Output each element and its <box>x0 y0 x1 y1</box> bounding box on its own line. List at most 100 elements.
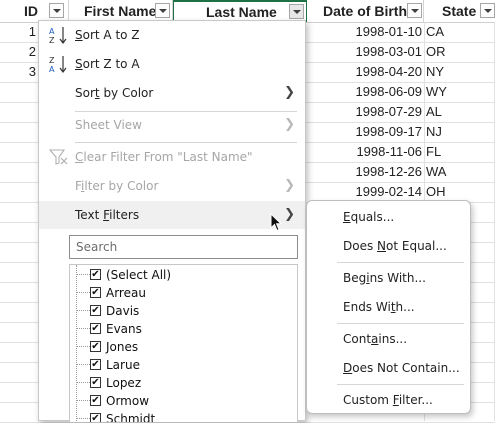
custom-filter-label: ilter... <box>398 393 433 407</box>
text-filters-item[interactable]: Text Filters ❯ <box>39 201 305 229</box>
tree-connector <box>76 364 90 366</box>
cell-dob[interactable]: 1998-07-29 <box>310 102 423 122</box>
menu-divider <box>337 384 464 385</box>
header-state-label: State <box>442 3 477 19</box>
header-state[interactable]: State <box>424 0 495 22</box>
svg-text:Z: Z <box>49 36 55 45</box>
custom-filter-item[interactable]: Custom Filter... <box>343 390 433 410</box>
cell-dob[interactable]: 1998-04-20 <box>310 62 423 82</box>
chevron-right-icon: ❯ <box>284 117 295 132</box>
text-filters-submenu: Equals... Does Not Equal... Begins With.… <box>306 200 471 414</box>
menu-divider <box>337 262 464 263</box>
cell-dob[interactable]: 1998-12-26 <box>310 162 423 182</box>
does-not-equal-label: ot Equal... <box>386 239 447 253</box>
does-not-contain-item[interactable]: Does Not Contain... <box>343 358 460 378</box>
filter-dropdown-id-button[interactable] <box>49 3 64 18</box>
cell-state[interactable]: OR <box>426 42 486 62</box>
sort-a-to-z-accel: S <box>75 28 83 42</box>
autofilter-menu: A Z Sort A to Z Z A Sort Z to A Sort by … <box>38 20 306 422</box>
does-not-equal-pre: Does <box>343 239 378 253</box>
value-checklist[interactable]: ✔ (Select All) ✔ Arreau ✔ Davis ✔ Evans … <box>69 264 298 422</box>
does-not-contain-accel: D <box>343 361 353 375</box>
contains-label: ins... <box>378 332 408 346</box>
tree-connector <box>76 274 90 276</box>
sort-z-to-a-item[interactable]: Z A Sort Z to A <box>39 50 305 78</box>
sort-by-color-label: by Color <box>99 86 154 100</box>
checkbox[interactable]: ✔ <box>90 359 101 370</box>
equals-label: quals... <box>350 210 395 224</box>
contains-item[interactable]: Contains... <box>343 329 407 349</box>
menu-divider <box>337 323 464 324</box>
begins-with-item[interactable]: Begins With... <box>343 268 426 288</box>
header-dob[interactable]: Date of Birth <box>307 0 424 22</box>
cell-id[interactable]: 3 <box>0 62 36 82</box>
cell-id[interactable]: 2 <box>0 42 36 62</box>
checkbox[interactable]: ✔ <box>90 323 101 334</box>
filter-by-color-label: lter by Color <box>84 179 159 193</box>
list-item[interactable]: ✔ Schmidt <box>70 410 297 422</box>
filter-dropdown-first-name-button[interactable] <box>155 3 170 18</box>
cell-dob[interactable]: 1998-03-01 <box>310 42 423 62</box>
list-item[interactable]: ✔ Larue <box>70 356 297 374</box>
list-item[interactable]: ✔ Lopez <box>70 374 297 392</box>
list-item-label: Arreau <box>106 286 146 300</box>
cell-dob[interactable]: 1998-11-06 <box>310 142 422 162</box>
chevron-right-icon: ❯ <box>284 178 295 193</box>
ends-with-item[interactable]: Ends With... <box>343 297 415 317</box>
custom-filter-pre: Custom <box>343 393 393 407</box>
filter-by-color-item: Filter by Color ❯ <box>39 172 305 200</box>
equals-item[interactable]: Equals... <box>343 207 394 227</box>
list-item-label: Davis <box>106 304 140 318</box>
checkbox[interactable]: ✔ <box>90 269 101 280</box>
list-item[interactable]: ✔ Evans <box>70 320 297 338</box>
list-item[interactable]: ✔ Davis <box>70 302 297 320</box>
cell-state[interactable]: CA <box>426 22 486 42</box>
checkbox[interactable]: ✔ <box>90 287 101 298</box>
header-id[interactable]: ID <box>0 0 69 22</box>
cell-state[interactable]: NJ <box>426 122 486 142</box>
does-not-equal-item[interactable]: Does Not Equal... <box>343 236 447 256</box>
list-item[interactable]: ✔ Ormow <box>70 392 297 410</box>
cell-dob[interactable]: 1998-01-10 <box>310 22 423 42</box>
sort-z-to-a-label: ort Z to A <box>82 57 140 71</box>
sheet-view-label: Sheet View <box>75 118 142 132</box>
list-item[interactable]: ✔ Jones <box>70 338 297 356</box>
clear-filter-label: lear Filter From "Last Name" <box>83 150 253 164</box>
list-item[interactable]: ✔ Arreau <box>70 284 297 302</box>
sort-descending-icon: Z A <box>49 56 67 74</box>
header-last-name[interactable]: Last Name <box>173 0 307 22</box>
list-item-label: Evans <box>106 322 142 336</box>
cell-dob[interactable]: 1998-09-17 <box>310 122 423 142</box>
cell-state[interactable]: AL <box>426 102 486 122</box>
chevron-right-icon: ❯ <box>284 85 295 100</box>
filter-dropdown-state-button[interactable] <box>480 3 495 18</box>
header-id-label: ID <box>24 3 38 19</box>
cell-state[interactable]: WY <box>426 82 486 102</box>
does-not-equal-accel: N <box>377 239 387 253</box>
checkbox[interactable]: ✔ <box>90 377 101 388</box>
list-item[interactable]: ✔ (Select All) <box>70 266 297 284</box>
filter-dropdown-dob-button[interactable] <box>407 3 422 18</box>
cell-dob[interactable]: 1998-06-09 <box>310 82 423 102</box>
does-not-contain-label: oes Not Contain... <box>352 361 460 375</box>
header-first-name[interactable]: First Name <box>69 0 173 22</box>
cell-dob[interactable]: 1999-02-14 <box>310 182 423 202</box>
search-input[interactable]: Search <box>69 235 298 259</box>
cell-state[interactable]: FL <box>426 142 486 162</box>
ends-with-pre: Ends Wi <box>343 300 391 314</box>
filter-dropdown-last-name-button[interactable] <box>289 4 304 19</box>
list-item-label: (Select All) <box>106 268 172 282</box>
cell-state[interactable]: WA <box>426 162 486 182</box>
svg-text:Z: Z <box>49 56 55 65</box>
list-item-label: Larue <box>106 358 140 372</box>
sort-z-to-a-accel: S <box>75 57 83 71</box>
cell-state[interactable]: NY <box>426 62 486 82</box>
checkbox[interactable]: ✔ <box>90 341 101 352</box>
checkbox[interactable]: ✔ <box>90 305 101 316</box>
sort-a-to-z-item[interactable]: A Z Sort A to Z <box>39 21 305 49</box>
checkbox[interactable]: ✔ <box>90 395 101 406</box>
sort-by-color-item[interactable]: Sort by Color ❯ <box>39 79 305 107</box>
begins-with-pre: Beg <box>343 271 367 285</box>
cell-state[interactable]: OH <box>426 182 486 202</box>
cell-id[interactable]: 1 <box>0 22 36 42</box>
